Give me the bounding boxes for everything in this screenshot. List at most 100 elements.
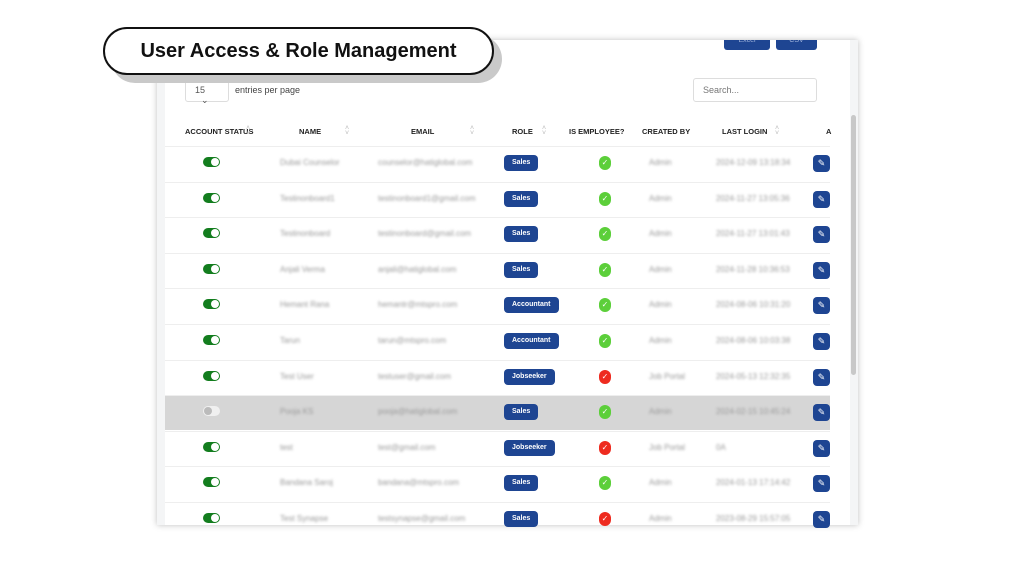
user-name: Bandana Saroj (280, 478, 333, 488)
pencil-icon: ✎ (817, 264, 826, 275)
account-status-toggle[interactable] (203, 228, 220, 239)
edit-button[interactable]: ✎ (813, 261, 830, 279)
sort-icon[interactable]: ˄ ˅ (775, 125, 779, 137)
user-email: tarun@mtspro.com (378, 336, 447, 345)
role-badge: Sales (504, 226, 539, 243)
edit-button[interactable]: ✎ (813, 404, 830, 422)
column-header[interactable]: EMAIL (411, 127, 434, 136)
last-login: 2024-05-13 12:32:35 (716, 371, 791, 381)
user-name: Test User (280, 371, 314, 381)
pencil-icon: ✎ (817, 478, 826, 489)
sort-icon[interactable]: ˄ ˅ (246, 125, 250, 137)
created-by: Admin (649, 336, 672, 345)
created-by: Admin (649, 478, 672, 488)
pencil-icon: ✎ (817, 158, 826, 168)
column-header[interactable]: IS EMPLOYEE? (569, 127, 624, 136)
user-name: Testinonboard (280, 229, 331, 239)
user-email: testuser@gmail.com (378, 371, 452, 381)
table-row: Test User testuser@gmail.com Jobseeker ✓… (165, 359, 830, 395)
created-by: Job Portal (649, 371, 686, 381)
column-header[interactable]: A (826, 127, 831, 136)
account-status-toggle[interactable] (203, 477, 220, 488)
edit-button[interactable]: ✎ (813, 190, 830, 208)
employee-check-icon: ✓ (599, 369, 611, 384)
created-by: Admin (649, 229, 672, 239)
employee-check-icon: ✓ (599, 440, 611, 455)
csv-button[interactable]: CSV (776, 40, 817, 50)
sort-icon[interactable]: ˄ ˅ (542, 125, 546, 137)
table-row: Test Synapse testsynapse@gmail.com Sales… (165, 502, 830, 537)
entries-label: entries per page (235, 85, 301, 95)
column-header[interactable]: ROLE (512, 127, 533, 136)
last-login: 2024-11-27 13:01:43 (716, 229, 790, 239)
edit-button[interactable]: ✎ (813, 475, 830, 493)
account-status-toggle[interactable] (203, 406, 220, 417)
employee-check-icon: ✓ (599, 334, 611, 348)
sort-icon[interactable]: ˄ ˅ (470, 125, 474, 137)
excel-button[interactable]: Excel (724, 40, 770, 50)
role-badge: Sales (504, 404, 539, 421)
last-login: 2024-11-28 10:36:53 (716, 264, 790, 274)
edit-button[interactable]: ✎ (813, 439, 830, 457)
banner-title: User Access & Role Management (103, 27, 494, 75)
column-header[interactable]: LAST LOGIN (722, 127, 767, 136)
created-by: Job Portal (649, 442, 686, 452)
edit-button[interactable]: ✎ (813, 155, 830, 172)
pencil-icon: ✎ (817, 336, 826, 346)
user-email: counselor@hatiglobal.com (378, 158, 473, 167)
user-name: Test Synapse (280, 514, 329, 523)
table-row: Bandana Saroj bandana@mtspro.com Sales ✓… (165, 466, 830, 501)
table-row: test test@gmail.com Jobseeker ✓ Job Port… (165, 430, 830, 466)
account-status-toggle[interactable] (203, 157, 220, 167)
account-status-toggle[interactable] (203, 192, 220, 203)
column-header[interactable]: ACCOUNT STATUS (185, 127, 253, 136)
user-name: Dubai Counselor (280, 158, 340, 167)
pencil-icon: ✎ (817, 193, 826, 204)
user-email: testinonboard1@gmail.com (378, 193, 476, 203)
sort-icon[interactable]: ˄ ˅ (345, 125, 349, 137)
edit-button[interactable]: ✎ (813, 297, 830, 315)
role-badge: Sales (504, 511, 539, 527)
role-badge: Accountant (504, 297, 559, 314)
search-input[interactable]: Search... (693, 78, 817, 102)
user-email: hemantr@mtspro.com (378, 300, 458, 310)
last-login: 2024-08-06 10:31:20 (716, 300, 791, 310)
pencil-icon: ✎ (817, 371, 826, 382)
edit-button[interactable]: ✎ (813, 511, 830, 528)
edit-button[interactable]: ✎ (813, 368, 830, 386)
table-row: Anjali Verma anjali@hatiglobal.com Sales… (165, 252, 830, 288)
role-badge: Sales (504, 261, 539, 278)
page-size-value: 15 (195, 85, 206, 95)
user-email: testinonboard@gmail.com (378, 229, 472, 239)
edit-button[interactable]: ✎ (813, 226, 830, 244)
pencil-icon: ✎ (817, 300, 826, 311)
employee-check-icon: ✓ (599, 512, 611, 526)
user-name: Pooja KS (280, 407, 314, 417)
scrollbar[interactable] (851, 115, 856, 375)
page-size-select[interactable]: 15 ⌄ (185, 78, 229, 105)
account-status-toggle[interactable] (203, 263, 220, 274)
account-status-toggle[interactable] (203, 370, 220, 381)
account-status-toggle[interactable] (203, 513, 220, 523)
user-email: testsynapse@gmail.com (378, 514, 466, 523)
created-by: Admin (649, 264, 672, 274)
last-login: 2024-12-09 13:18:34 (716, 158, 791, 167)
table-row: Hemant Rana hemantr@mtspro.com Accountan… (165, 288, 830, 323)
account-status-toggle[interactable] (203, 335, 220, 345)
role-badge: Sales (504, 155, 539, 171)
created-by: Admin (649, 407, 672, 417)
account-status-toggle[interactable] (203, 299, 220, 310)
edit-button[interactable]: ✎ (813, 333, 830, 350)
last-login: 2024-01-13 17:14:42 (716, 478, 791, 488)
user-name: Testinonboard1 (280, 193, 335, 203)
role-badge: Sales (504, 475, 539, 492)
column-header[interactable]: CREATED BY (642, 127, 690, 136)
role-badge: Accountant (504, 333, 559, 349)
last-login: 2024-02-15 10:45:24 (716, 407, 791, 417)
created-by: Admin (649, 300, 672, 310)
created-by: Admin (649, 514, 672, 523)
user-name: Tarun (280, 336, 301, 345)
column-header[interactable]: NAME (299, 127, 321, 136)
account-status-toggle[interactable] (203, 441, 220, 452)
role-badge: Sales (504, 190, 539, 207)
